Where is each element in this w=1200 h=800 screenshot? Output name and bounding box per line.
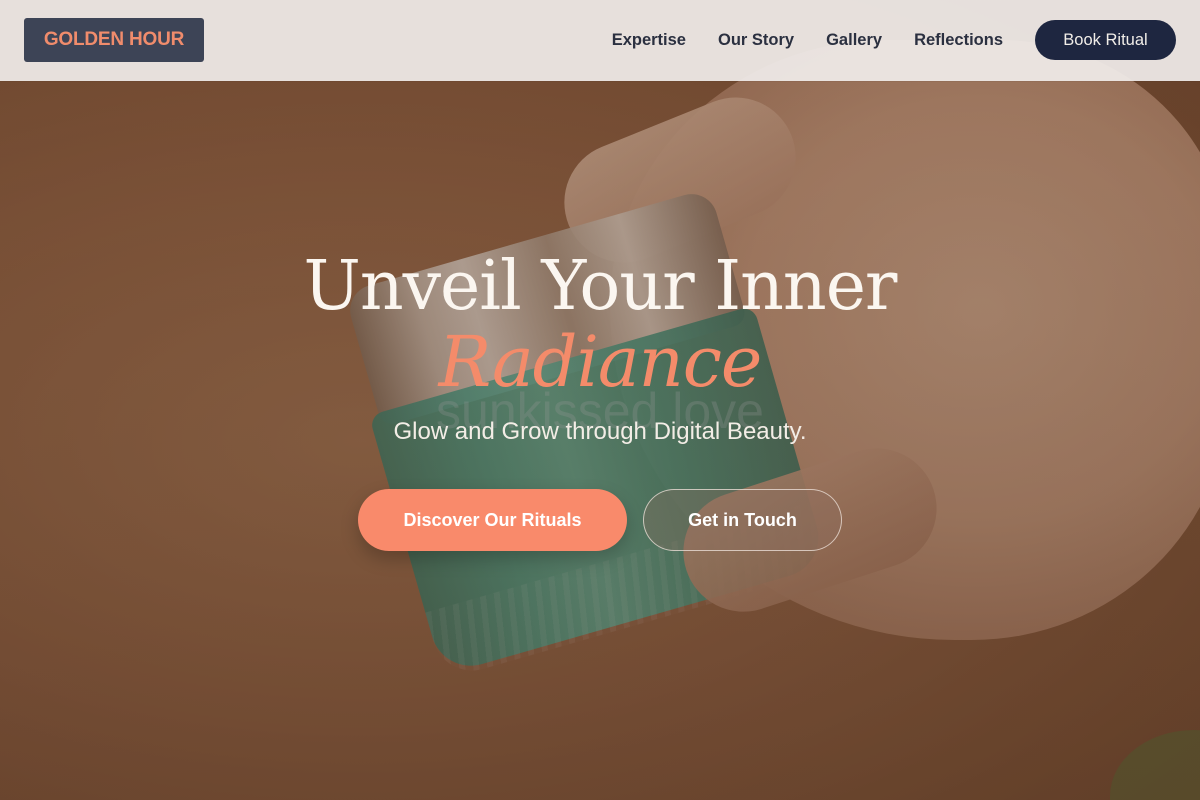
hero-headline: Unveil Your Inner: [303, 247, 898, 326]
main-nav: Expertise Our Story Gallery Reflections: [612, 0, 1003, 81]
hero-section: Unveil Your Inner Radiance sunkissed lov…: [0, 0, 1200, 800]
nav-link-expertise[interactable]: Expertise: [612, 31, 686, 50]
site-logo[interactable]: GOLDEN HOUR: [24, 18, 204, 62]
get-in-touch-button[interactable]: Get in Touch: [643, 489, 842, 551]
nav-link-our-story[interactable]: Our Story: [718, 31, 794, 50]
site-header: GOLDEN HOUR Expertise Our Story Gallery …: [0, 0, 1200, 81]
discover-rituals-button[interactable]: Discover Our Rituals: [358, 489, 627, 551]
nav-link-gallery[interactable]: Gallery: [826, 31, 882, 50]
hero-tagline: Glow and Grow through Digital Beauty.: [393, 418, 807, 445]
nav-link-reflections[interactable]: Reflections: [914, 31, 1003, 50]
book-ritual-button[interactable]: Book Ritual: [1035, 20, 1176, 60]
